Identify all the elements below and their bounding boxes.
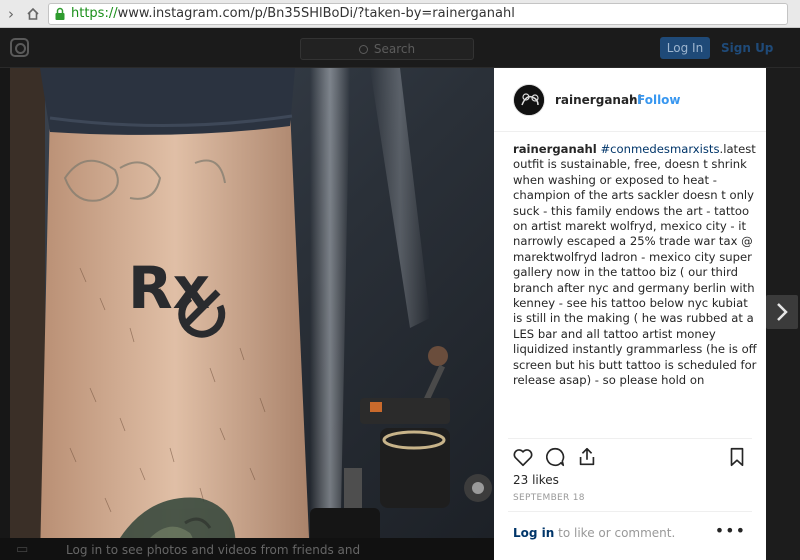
more-options-icon[interactable]: ••• [715,521,746,540]
share-icon[interactable] [576,446,598,468]
comment-prompt-text: to like or comment. [554,526,676,540]
post-photo: Rx [10,68,494,560]
comment-login-link[interactable]: Log in [513,526,554,540]
overlay-dim [0,68,10,538]
follow-button[interactable]: Follow [637,93,681,107]
caption-hashtag[interactable]: #conmedesmarxists [600,142,719,156]
next-post-button[interactable] [766,295,798,329]
caption-text: .latest outfit is sustainable, free, doe… [513,142,757,388]
url-text: www.instagram.com/p/Bn35SHlBoDi/?taken-b… [117,6,515,21]
comment-bar: Log in to like or comment. ••• [508,511,752,560]
forward-icon[interactable]: › [0,3,22,25]
actions-divider [508,438,752,439]
address-bar[interactable]: https://www.instagram.com/p/Bn35SHlBoDi/… [48,2,788,25]
search-placeholder: Search [373,42,416,56]
chevron-right-icon [777,303,788,321]
caption-username[interactable]: rainerganahl [513,142,597,156]
comment-icon[interactable] [544,446,566,468]
login-button[interactable]: Log In [660,37,710,59]
avatar[interactable] [513,84,545,116]
search-icon [358,44,368,54]
banner-text: Log in to see photos and videos from fri… [66,543,361,557]
post-caption: rainerganahl #conmedesmarxists.latest ou… [513,142,759,389]
instagram-logo-icon[interactable] [10,38,29,57]
lock-icon [53,7,67,21]
home-icon[interactable] [22,3,44,25]
signup-link[interactable]: Sign Up [721,41,773,55]
comment-prompt: Log in to like or comment. [513,526,675,540]
tattoo-photo-illustration: Rx [10,68,494,560]
separator-dot: • [628,93,636,107]
url-scheme: https:// [71,6,118,21]
search-input[interactable]: Search [300,38,474,60]
post-details-panel: rainerganahl • Follow rainerganahl #conm… [494,68,766,560]
heart-icon[interactable] [512,446,534,468]
browser-toolbar: › https://www.instagram.com/p/Bn35SHlBoD… [0,0,800,28]
post-date[interactable]: SEPTEMBER 18 [513,493,585,503]
signup-banner: ▭ Log in to see photos and videos from f… [0,538,494,560]
likes-count[interactable]: 23 likes [513,473,559,487]
banner-logo-icon: ▭ [16,542,29,557]
bookmark-icon[interactable] [726,446,748,468]
post-header: rainerganahl • Follow [494,68,766,132]
